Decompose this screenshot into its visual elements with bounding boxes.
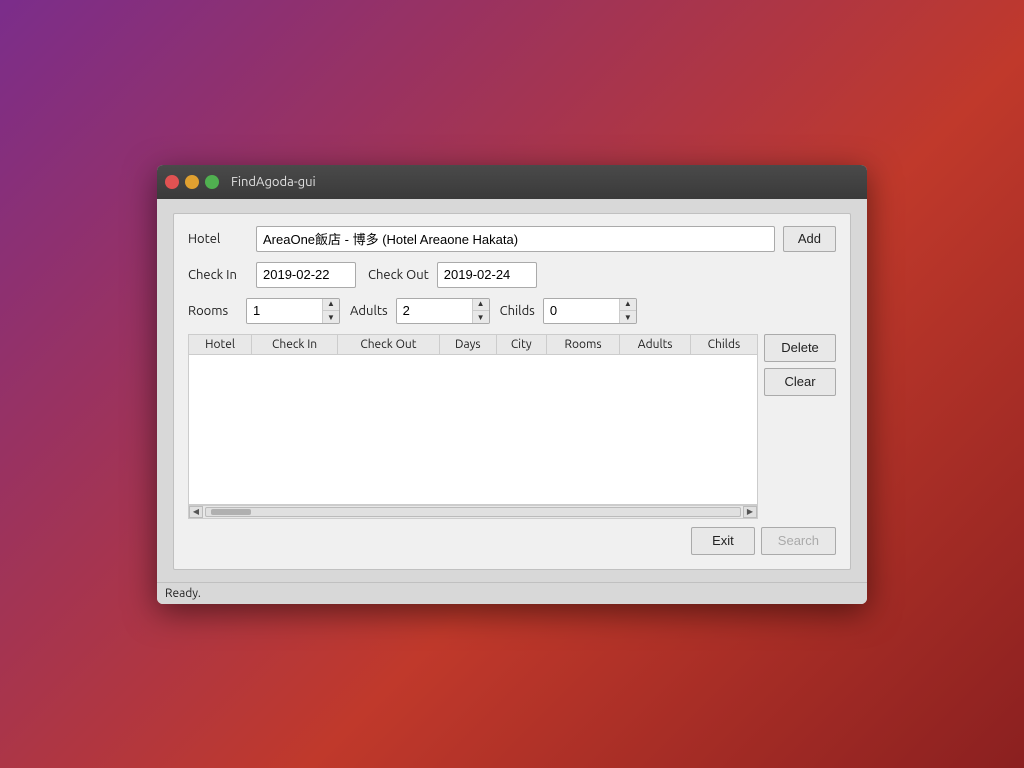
scrollbar-thumb[interactable] xyxy=(211,509,251,515)
hotel-input[interactable] xyxy=(256,226,775,252)
clear-button[interactable]: Clear xyxy=(764,368,836,396)
col-city: City xyxy=(496,334,546,354)
minimize-button[interactable] xyxy=(185,175,199,189)
titlebar: FindAgoda-gui xyxy=(157,165,867,199)
scroll-left-arrow[interactable]: ◀ xyxy=(189,506,203,518)
rooms-up-button[interactable]: ▲ xyxy=(323,298,339,311)
exit-button[interactable]: Exit xyxy=(691,527,755,555)
childs-up-button[interactable]: ▲ xyxy=(620,298,636,311)
col-hotel: Hotel xyxy=(189,334,252,354)
search-button[interactable]: Search xyxy=(761,527,836,555)
adults-label: Adults xyxy=(350,304,388,318)
rooms-spinner-buttons: ▲ ▼ xyxy=(322,298,339,324)
checkin-label: Check In xyxy=(188,268,248,282)
table-area: Hotel Check In Check Out Days City Rooms… xyxy=(188,334,836,519)
rooms-row: Rooms ▲ ▼ Adults ▲ ▼ Childs xyxy=(188,298,836,324)
hotel-label: Hotel xyxy=(188,232,248,246)
rooms-down-button[interactable]: ▼ xyxy=(323,311,339,324)
checkout-label: Check Out xyxy=(368,268,429,282)
maximize-button[interactable] xyxy=(205,175,219,189)
adults-up-button[interactable]: ▲ xyxy=(473,298,489,311)
status-text: Ready. xyxy=(165,587,201,600)
form-area: Hotel Add Check In Check Out Rooms ▲ ▼ xyxy=(173,213,851,570)
col-childs: Childs xyxy=(690,334,757,354)
hotel-row: Hotel Add xyxy=(188,226,836,252)
rooms-spinner: ▲ ▼ xyxy=(246,298,340,324)
rooms-label: Rooms xyxy=(188,304,238,318)
scroll-right-arrow[interactable]: ▶ xyxy=(743,506,757,518)
checkin-row: Check In Check Out xyxy=(188,262,836,288)
data-table: Hotel Check In Check Out Days City Rooms… xyxy=(188,334,758,355)
scrollbar-track[interactable] xyxy=(205,507,741,517)
childs-down-button[interactable]: ▼ xyxy=(620,311,636,324)
table-body-area xyxy=(188,355,758,505)
childs-label: Childs xyxy=(500,304,535,318)
add-button[interactable]: Add xyxy=(783,226,836,252)
adults-input[interactable] xyxy=(397,298,472,324)
status-bar: Ready. xyxy=(157,582,867,604)
childs-spinner-buttons: ▲ ▼ xyxy=(619,298,636,324)
window-controls xyxy=(165,175,219,189)
side-buttons: Delete Clear xyxy=(764,334,836,519)
col-checkin: Check In xyxy=(252,334,338,354)
childs-spinner: ▲ ▼ xyxy=(543,298,637,324)
col-days: Days xyxy=(439,334,496,354)
bottom-row: Exit Search xyxy=(188,527,836,555)
checkin-input[interactable] xyxy=(256,262,356,288)
window-title: FindAgoda-gui xyxy=(231,175,316,189)
col-rooms: Rooms xyxy=(546,334,620,354)
main-window: FindAgoda-gui Hotel Add Check In Check O… xyxy=(157,165,867,604)
delete-button[interactable]: Delete xyxy=(764,334,836,362)
adults-spinner: ▲ ▼ xyxy=(396,298,490,324)
adults-down-button[interactable]: ▼ xyxy=(473,311,489,324)
rooms-input[interactable] xyxy=(247,298,322,324)
horizontal-scrollbar[interactable]: ◀ ▶ xyxy=(188,505,758,519)
table-header-row: Hotel Check In Check Out Days City Rooms… xyxy=(189,334,758,354)
table-wrap: Hotel Check In Check Out Days City Rooms… xyxy=(188,334,758,519)
content-area: Hotel Add Check In Check Out Rooms ▲ ▼ xyxy=(157,199,867,582)
close-button[interactable] xyxy=(165,175,179,189)
adults-spinner-buttons: ▲ ▼ xyxy=(472,298,489,324)
col-adults: Adults xyxy=(620,334,690,354)
col-checkout: Check Out xyxy=(337,334,439,354)
checkout-input[interactable] xyxy=(437,262,537,288)
childs-input[interactable] xyxy=(544,298,619,324)
